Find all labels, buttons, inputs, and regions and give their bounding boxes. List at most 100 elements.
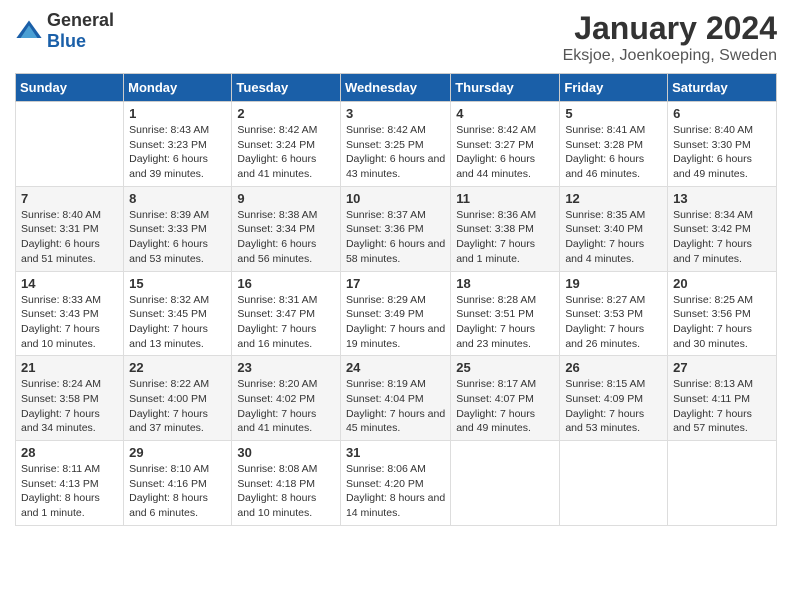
day-number: 13 [673,191,771,206]
day-info: Sunrise: 8:42 AMSunset: 3:27 PMDaylight:… [456,123,554,182]
day-info: Sunrise: 8:19 AMSunset: 4:04 PMDaylight:… [346,377,445,436]
day-number: 24 [346,360,445,375]
day-info: Sunrise: 8:42 AMSunset: 3:24 PMDaylight:… [237,123,335,182]
day-number: 6 [673,106,771,121]
day-info: Sunrise: 8:33 AMSunset: 3:43 PMDaylight:… [21,293,118,352]
calendar-week-2: 7 Sunrise: 8:40 AMSunset: 3:31 PMDaylight… [16,186,777,271]
day-number: 16 [237,276,335,291]
calendar-cell: 11 Sunrise: 8:36 AMSunset: 3:38 PMDayligh… [451,186,560,271]
day-info: Sunrise: 8:22 AMSunset: 4:00 PMDaylight:… [129,377,226,436]
day-number: 3 [346,106,445,121]
day-number: 2 [237,106,335,121]
day-number: 4 [456,106,554,121]
page-header: General Blue January 2024 Eksjoe, Joenko… [15,10,777,65]
calendar-cell: 9Sunrise: 8:38 AMSunset: 3:34 PMDaylight… [232,186,341,271]
calendar-cell [16,102,124,187]
day-info: Sunrise: 8:43 AMSunset: 3:23 PMDaylight:… [129,123,226,182]
calendar-cell: 29Sunrise: 8:10 AMSunset: 4:16 PMDayligh… [124,441,232,526]
calendar-cell: 26Sunrise: 8:15 AMSunset: 4:09 PMDayligh… [560,356,668,441]
title-section: January 2024 Eksjoe, Joenkoeping, Sweden [563,10,777,65]
day-number: 25 [456,360,554,375]
logo-general: General [47,10,114,30]
day-info: Sunrise: 8:34 AMSunset: 3:42 PMDaylight:… [673,208,771,267]
logo-icon [15,17,43,45]
day-info: Sunrise: 8:25 AMSunset: 3:56 PMDaylight:… [673,293,771,352]
calendar-cell: 31 Sunrise: 8:06 AMSunset: 4:20 PMDayligh… [340,441,450,526]
day-number: 27 [673,360,771,375]
calendar-cell: 3 Sunrise: 8:42 AMSunset: 3:25 PMDaylight… [340,102,450,187]
day-number: 18 [456,276,554,291]
logo-wordmark: General Blue [47,10,114,52]
day-number: 11 [456,191,554,206]
header-saturday: Saturday [668,74,777,102]
day-info: Sunrise: 8:27 AMSunset: 3:53 PMDaylight:… [565,293,662,352]
day-info: Sunrise: 8:10 AMSunset: 4:16 PMDaylight:… [129,462,226,521]
day-info: Sunrise: 8:42 AMSunset: 3:25 PMDaylight:… [346,123,445,182]
day-number: 9 [237,191,335,206]
calendar-cell: 19 Sunrise: 8:27 AMSunset: 3:53 PMDayligh… [560,271,668,356]
calendar-cell: 24 Sunrise: 8:19 AMSunset: 4:04 PMDayligh… [340,356,450,441]
header-monday: Monday [124,74,232,102]
day-info: Sunrise: 8:35 AMSunset: 3:40 PMDaylight:… [565,208,662,267]
calendar-cell: 5 Sunrise: 8:41 AMSunset: 3:28 PMDaylight… [560,102,668,187]
calendar-cell [560,441,668,526]
day-info: Sunrise: 8:32 AMSunset: 3:45 PMDaylight:… [129,293,226,352]
day-number: 10 [346,191,445,206]
calendar-cell: 20Sunrise: 8:25 AMSunset: 3:56 PMDayligh… [668,271,777,356]
calendar-cell: 23 Sunrise: 8:20 AMSunset: 4:02 PMDayligh… [232,356,341,441]
calendar-cell: 21 Sunrise: 8:24 AMSunset: 3:58 PMDayligh… [16,356,124,441]
calendar-cell [668,441,777,526]
calendar-cell: 14Sunrise: 8:33 AMSunset: 3:43 PMDayligh… [16,271,124,356]
header-sunday: Sunday [16,74,124,102]
day-number: 15 [129,276,226,291]
calendar-cell: 17 Sunrise: 8:29 AMSunset: 3:49 PMDayligh… [340,271,450,356]
header-wednesday: Wednesday [340,74,450,102]
day-info: Sunrise: 8:24 AMSunset: 3:58 PMDaylight:… [21,377,118,436]
day-info: Sunrise: 8:37 AMSunset: 3:36 PMDaylight:… [346,208,445,267]
calendar-week-4: 21 Sunrise: 8:24 AMSunset: 3:58 PMDayligh… [16,356,777,441]
day-number: 8 [129,191,226,206]
day-number: 17 [346,276,445,291]
day-info: Sunrise: 8:31 AMSunset: 3:47 PMDaylight:… [237,293,335,352]
day-info: Sunrise: 8:06 AMSunset: 4:20 PMDaylight:… [346,462,445,521]
calendar-cell: 27Sunrise: 8:13 AMSunset: 4:11 PMDayligh… [668,356,777,441]
day-info: Sunrise: 8:17 AMSunset: 4:07 PMDaylight:… [456,377,554,436]
location-title: Eksjoe, Joenkoeping, Sweden [563,47,777,65]
day-info: Sunrise: 8:41 AMSunset: 3:28 PMDaylight:… [565,123,662,182]
calendar-week-3: 14Sunrise: 8:33 AMSunset: 3:43 PMDayligh… [16,271,777,356]
day-number: 21 [21,360,118,375]
header-tuesday: Tuesday [232,74,341,102]
calendar-cell: 22Sunrise: 8:22 AMSunset: 4:00 PMDayligh… [124,356,232,441]
day-number: 31 [346,445,445,460]
day-number: 5 [565,106,662,121]
calendar-cell: 10 Sunrise: 8:37 AMSunset: 3:36 PMDayligh… [340,186,450,271]
logo: General Blue [15,10,114,52]
day-info: Sunrise: 8:29 AMSunset: 3:49 PMDaylight:… [346,293,445,352]
day-number: 7 [21,191,118,206]
calendar-cell: 28Sunrise: 8:11 AMSunset: 4:13 PMDayligh… [16,441,124,526]
calendar-cell: 2 Sunrise: 8:42 AMSunset: 3:24 PMDaylight… [232,102,341,187]
calendar-cell: 16 Sunrise: 8:31 AMSunset: 3:47 PMDayligh… [232,271,341,356]
day-info: Sunrise: 8:20 AMSunset: 4:02 PMDaylight:… [237,377,335,436]
day-info: Sunrise: 8:28 AMSunset: 3:51 PMDaylight:… [456,293,554,352]
day-info: Sunrise: 8:40 AMSunset: 3:31 PMDaylight:… [21,208,118,267]
day-number: 23 [237,360,335,375]
calendar-cell: 13 Sunrise: 8:34 AMSunset: 3:42 PMDayligh… [668,186,777,271]
calendar-cell: 6 Sunrise: 8:40 AMSunset: 3:30 PMDaylight… [668,102,777,187]
day-info: Sunrise: 8:36 AMSunset: 3:38 PMDaylight:… [456,208,554,267]
calendar-cell [451,441,560,526]
calendar-header-row: Sunday Monday Tuesday Wednesday Thursday… [16,74,777,102]
calendar-cell: 18 Sunrise: 8:28 AMSunset: 3:51 PMDayligh… [451,271,560,356]
day-info: Sunrise: 8:40 AMSunset: 3:30 PMDaylight:… [673,123,771,182]
logo-blue: Blue [47,31,86,51]
calendar-cell: 7 Sunrise: 8:40 AMSunset: 3:31 PMDaylight… [16,186,124,271]
day-number: 19 [565,276,662,291]
calendar-cell: 4 Sunrise: 8:42 AMSunset: 3:27 PMDaylight… [451,102,560,187]
day-info: Sunrise: 8:11 AMSunset: 4:13 PMDaylight:… [21,462,118,521]
day-info: Sunrise: 8:39 AMSunset: 3:33 PMDaylight:… [129,208,226,267]
month-title: January 2024 [563,10,777,47]
day-number: 12 [565,191,662,206]
calendar-cell: 30Sunrise: 8:08 AMSunset: 4:18 PMDayligh… [232,441,341,526]
day-info: Sunrise: 8:08 AMSunset: 4:18 PMDaylight:… [237,462,335,521]
day-number: 1 [129,106,226,121]
